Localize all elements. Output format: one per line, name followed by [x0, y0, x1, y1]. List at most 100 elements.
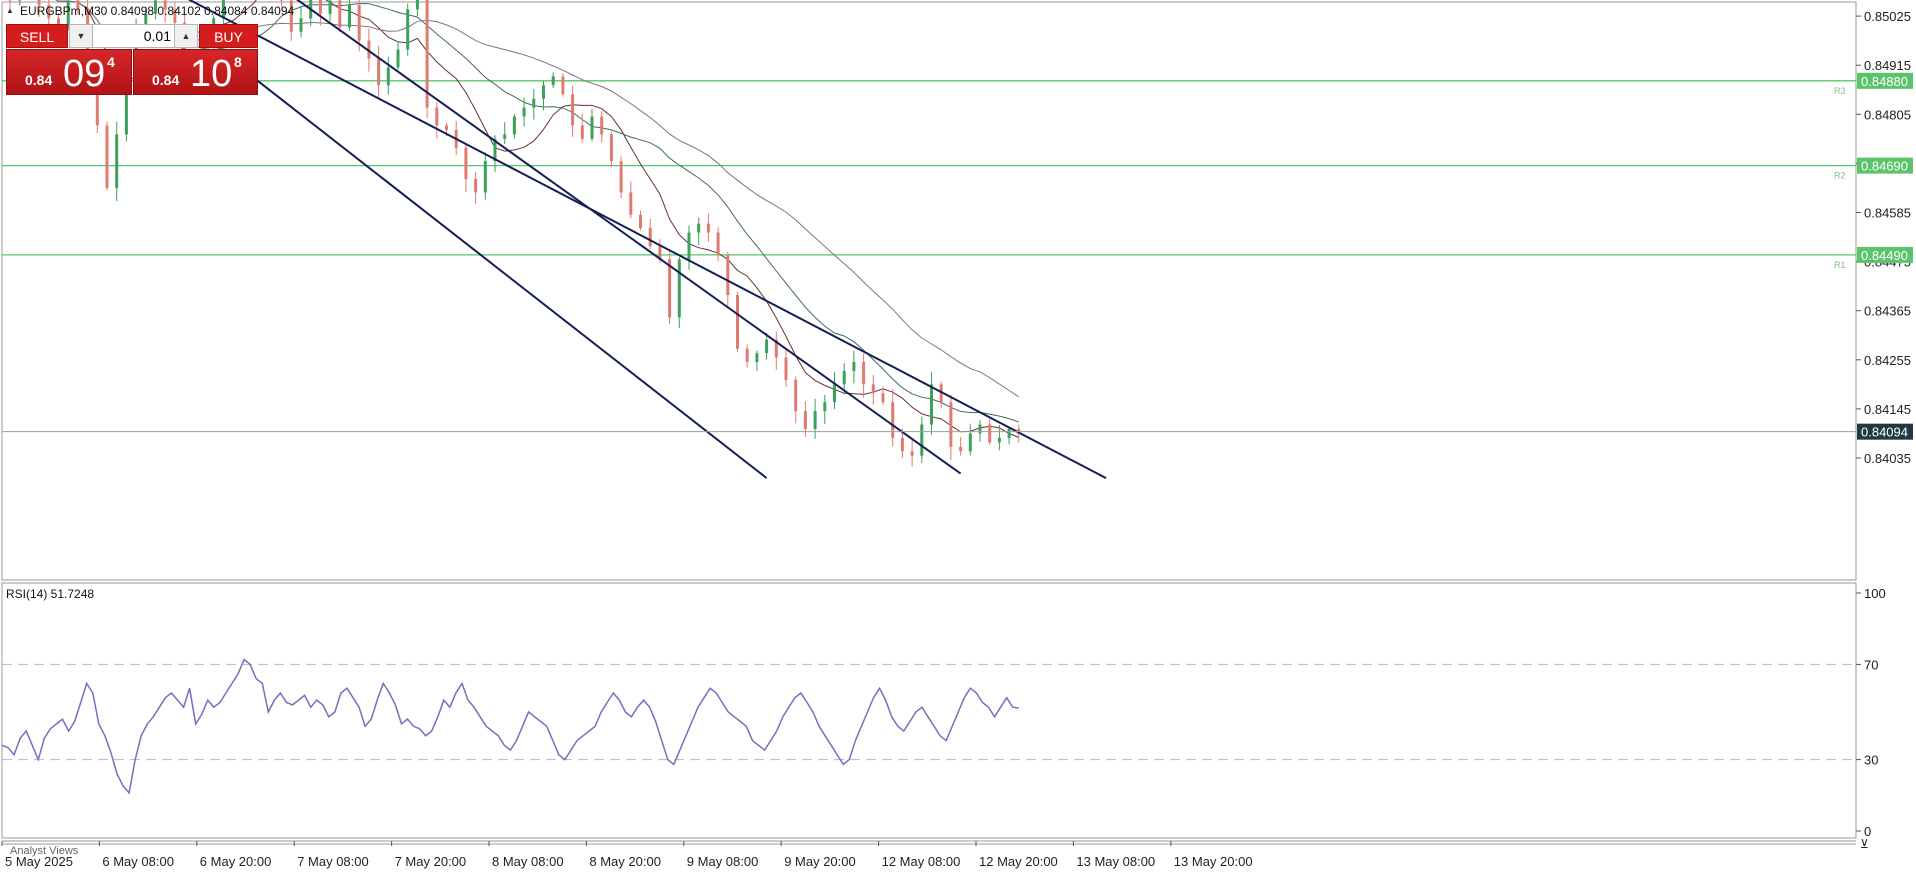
level-tag-text-r2: 0.84690 [1861, 159, 1908, 174]
time-tick-label: 9 May 08:00 [687, 854, 759, 869]
channel-line-2 [295, 0, 962, 475]
candle-body [997, 437, 1001, 443]
candle-body [765, 339, 769, 354]
price-tick-label: 0.84805 [1864, 107, 1911, 122]
symbol-title: EURGBPm,M30 0.84098 0.84102 0.84084 0.84… [20, 4, 295, 18]
candle-body [590, 116, 594, 139]
price-tick-label: 0.84365 [1864, 304, 1911, 319]
candle-body [299, 18, 303, 32]
time-tick-label: 6 May 20:00 [200, 854, 272, 869]
rsi-line [1, 658, 1019, 795]
candle-body [629, 192, 633, 215]
candle-body [542, 85, 545, 99]
candle-body [561, 76, 565, 95]
candle-body [784, 357, 788, 380]
candle-body [105, 125, 109, 188]
candle-body [648, 228, 652, 246]
time-tick-label: 13 May 08:00 [1076, 854, 1155, 869]
sell-quote-big: 09 [63, 53, 106, 95]
candle-body [949, 402, 953, 447]
lot-increase-icon[interactable]: ▲ [174, 25, 197, 47]
candle-body [803, 411, 807, 429]
level-name-r2: R2 [1834, 171, 1846, 181]
candle-body [532, 98, 536, 108]
candle-body [697, 223, 701, 233]
price-tick-label: 0.85025 [1864, 9, 1911, 24]
price-tick-label: 0.84035 [1864, 451, 1911, 466]
candle-body [871, 384, 875, 394]
candle-body [377, 58, 381, 86]
candle-body [687, 232, 691, 260]
analyst-views-label: Analyst Views [10, 845, 79, 857]
level-tag-text-r1: 0.84490 [1861, 248, 1908, 263]
candle-body [891, 402, 895, 438]
sell-quote-prefix: 0.84 [25, 72, 53, 88]
price-axis: 0.852450.851350.850250.849150.848050.846… [1856, 9, 1911, 466]
rsi-axis: 10070300 [1856, 586, 1886, 839]
candle-body [794, 379, 798, 412]
candle-body [503, 134, 507, 139]
candle-body [551, 76, 555, 86]
lot-decrease-icon[interactable]: ▼ [70, 25, 93, 47]
candle-body [959, 446, 963, 452]
rsi-series [1, 658, 1019, 795]
candle-body [736, 295, 739, 349]
candle-body [512, 116, 516, 135]
time-tick-label: 9 May 20:00 [784, 854, 856, 869]
chart-canvas[interactable]: 0.852450.851350.850250.849150.848050.846… [0, 0, 1916, 874]
time-tick-label: 7 May 08:00 [297, 854, 369, 869]
price-tick-label: 0.84585 [1864, 206, 1911, 221]
price-tick-label: 0.84255 [1864, 353, 1911, 368]
candle-body [619, 161, 623, 193]
candle-body [706, 223, 710, 233]
collapse-arrow-icon[interactable]: ▲ [6, 6, 14, 15]
rsi-tick-label: 30 [1864, 753, 1878, 768]
candle-body [396, 49, 400, 68]
lot-size-stepper[interactable]: ▼ ▲ [69, 24, 198, 48]
sell-quote-sup: 4 [107, 54, 115, 70]
price-tick-label: 0.84145 [1864, 402, 1911, 417]
candle-body [318, 0, 322, 14]
candle-body [668, 259, 672, 318]
candle-body [357, 4, 361, 41]
main-panel-frame [1, 1, 1857, 581]
level-name-r1: R1 [1834, 260, 1846, 270]
lot-size-input[interactable] [93, 25, 175, 47]
pivot-levels: R3 0.84880 R2 0.84690 R1 0.84490 [2, 72, 1913, 270]
sell-button[interactable]: SELL [6, 24, 68, 48]
candle-body [755, 353, 759, 363]
candle-body [571, 94, 575, 126]
candle-body [813, 411, 817, 429]
time-tick-label: 8 May 20:00 [589, 854, 661, 869]
candle-body [115, 134, 119, 188]
sell-quote[interactable]: 0.84 09 4 [6, 49, 132, 95]
candle-body [522, 107, 526, 117]
rsi-title: RSI(14) 51.7248 [6, 587, 95, 601]
buy-quote[interactable]: 0.84 10 8 [133, 49, 258, 95]
candle-body [716, 232, 720, 255]
time-tick-label: 7 May 20:00 [395, 854, 467, 869]
candle-body [968, 433, 972, 452]
candle-body [464, 147, 468, 180]
candle-body [910, 451, 914, 456]
candle-body [445, 125, 448, 130]
candle-body [609, 134, 613, 162]
candle-body [881, 393, 885, 403]
channel-line-3 [222, 53, 768, 479]
candle-body [900, 437, 904, 452]
candle-body [726, 254, 730, 296]
candle-body [328, 0, 332, 14]
current-price-tag-text: 0.84094 [1861, 425, 1908, 440]
buy-button[interactable]: BUY [199, 24, 258, 48]
candle-body [338, 0, 342, 28]
candle-body [833, 384, 836, 403]
rsi-tick-label: 100 [1864, 586, 1886, 601]
candle-body [600, 116, 604, 135]
candle-body [1007, 428, 1011, 438]
candle-body [920, 424, 924, 456]
buy-quote-big: 10 [190, 53, 233, 95]
level-tag-text-r3: 0.84880 [1861, 74, 1908, 89]
time-axis: 5 May 2025 6 May 08:00 6 May 20:00 7 May 08… [1, 841, 1253, 869]
time-axis-scroll-icon[interactable]: ⊻ [1860, 837, 1869, 851]
candle-body [386, 67, 390, 86]
